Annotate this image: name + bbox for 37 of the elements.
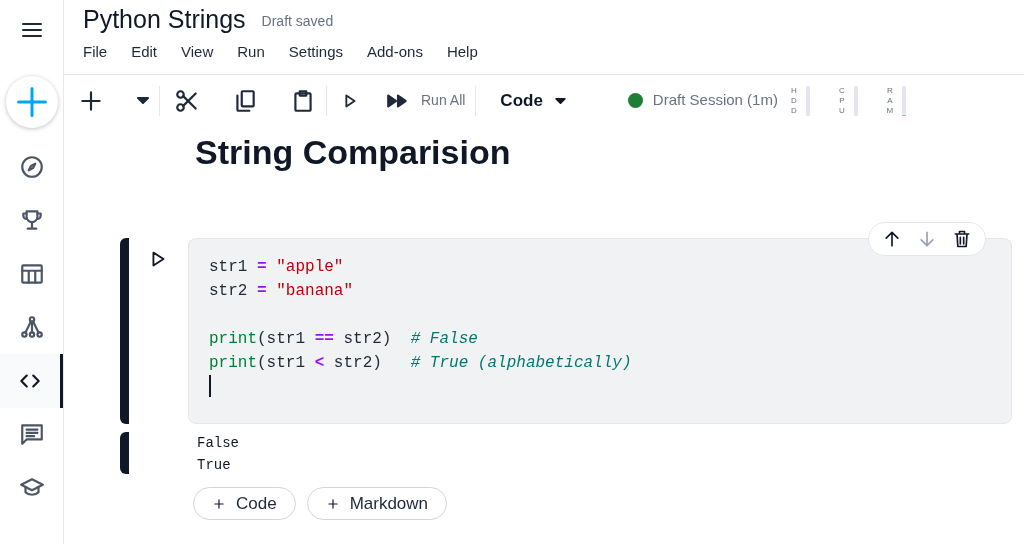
- menu-item[interactable]: Run: [233, 40, 269, 64]
- add-cell-button[interactable]: Code: [193, 487, 296, 520]
- chat-icon: [18, 421, 45, 448]
- cell-type-dropdown[interactable]: Code: [500, 87, 566, 114]
- menu-item[interactable]: Help: [442, 40, 482, 64]
- menu-item[interactable]: File: [79, 40, 112, 64]
- output-line: False: [197, 434, 239, 453]
- session-label: Draft Session (1m): [652, 90, 778, 111]
- run-all-button[interactable]: Run All: [385, 87, 466, 114]
- save-status: Draft saved: [261, 12, 334, 31]
- code-editor[interactable]: str1 = "apple" str2 = "banana" print(str1 == str2) # False print(str1 < str2) # True (alphabetically): [188, 238, 1012, 424]
- section-heading: String Comparision: [195, 132, 511, 173]
- meter-label: HDD: [790, 85, 798, 116]
- new-button[interactable]: [5, 76, 58, 128]
- menu-item[interactable]: Edit: [127, 40, 162, 64]
- hierarchy-icon: [18, 314, 45, 341]
- plus-icon: [325, 496, 340, 511]
- arrow-down-icon[interactable]: [917, 229, 937, 249]
- menu-item[interactable]: Settings: [284, 40, 347, 64]
- add-cell-button[interactable]: Markdown: [306, 487, 448, 520]
- code-line: print(str1 == str2) # False: [209, 329, 478, 350]
- menu-item[interactable]: View: [177, 40, 218, 64]
- notebook-title[interactable]: Python Strings: [83, 4, 246, 34]
- cut-icon[interactable]: [174, 87, 200, 114]
- sidebar-item[interactable]: [0, 354, 63, 408]
- caret-icon: [554, 97, 566, 104]
- meter-label: CPU: [838, 85, 846, 116]
- meter-label: RAM: [885, 85, 894, 116]
- compass-icon: [18, 153, 45, 180]
- output-line: True: [197, 456, 231, 475]
- plus-icon: [212, 496, 226, 511]
- menu-item[interactable]: Add-ons: [363, 40, 427, 64]
- code-line: str2 = "banana": [209, 281, 354, 302]
- code-line: str1 = "apple": [209, 257, 344, 278]
- code-line: print(str1 < str2) # True (alphabetically): [209, 353, 632, 374]
- output-bar: [120, 432, 129, 474]
- caret-icon[interactable]: [137, 97, 149, 104]
